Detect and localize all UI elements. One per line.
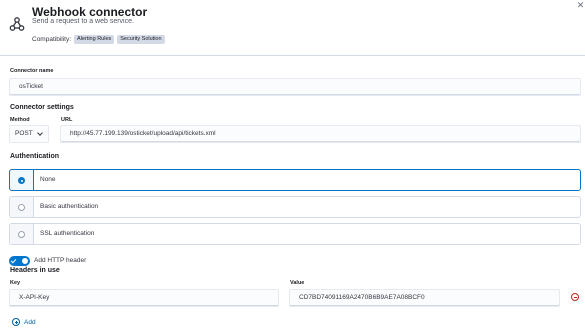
- chevron-down-icon: [36, 129, 43, 136]
- connector-name-label: Connector name: [10, 68, 54, 74]
- compatibility-label: Compatibility:: [32, 36, 72, 43]
- remove-header-icon[interactable]: [571, 293, 579, 301]
- http-header-toggle-label: Add HTTP header: [34, 257, 87, 264]
- method-label: Method: [10, 117, 30, 123]
- method-select[interactable]: POST: [9, 125, 49, 143]
- flyout-header: Webhook connector Send a request to a we…: [0, 0, 585, 56]
- header-value-label: Value: [290, 280, 305, 286]
- radio-selected-icon[interactable]: [18, 177, 25, 184]
- check-icon: [10, 257, 17, 264]
- header-key-input[interactable]: X-API-Key: [9, 289, 279, 307]
- compatibility-row: Compatibility: Alerting Rules Security S…: [32, 35, 168, 44]
- connector-settings-title: Connector settings: [10, 104, 74, 111]
- radio-icon[interactable]: [18, 204, 25, 211]
- header-value-input[interactable]: CD7BD74091169A2470B6B9AE7A08BCF0: [289, 289, 560, 307]
- auth-option-ssl[interactable]: SSL authentication: [9, 223, 581, 245]
- radio-icon[interactable]: [18, 231, 25, 238]
- headers-in-use-title: Headers in use: [10, 267, 60, 274]
- http-header-toggle[interactable]: [9, 256, 30, 266]
- url-input[interactable]: http://45.77.199.139/osticket/upload/api…: [60, 125, 581, 143]
- authentication-title: Authentication: [10, 153, 59, 160]
- auth-option-basic[interactable]: Basic authentication: [9, 196, 581, 218]
- auth-option-label: Basic authentication: [40, 203, 99, 210]
- auth-option-label: None: [40, 176, 56, 183]
- badge-security-solution: Security Solution: [117, 35, 165, 44]
- page-title: Webhook connector: [32, 5, 148, 19]
- auth-option-label: SSL authentication: [40, 230, 95, 237]
- url-label: URL: [61, 117, 73, 123]
- webhook-icon: [9, 17, 25, 31]
- auth-option-none[interactable]: None: [9, 169, 581, 191]
- badge-alerting-rules: Alerting Rules: [74, 35, 115, 44]
- add-header-label: Add: [24, 318, 36, 326]
- add-header-button[interactable]: Add: [12, 318, 36, 326]
- method-value: POST: [15, 130, 33, 137]
- header-key-label: Key: [10, 280, 21, 286]
- connector-name-input[interactable]: osTicket: [9, 78, 581, 96]
- plus-circle-icon: [12, 318, 20, 326]
- page-subtitle: Send a request to a web service.: [32, 18, 134, 25]
